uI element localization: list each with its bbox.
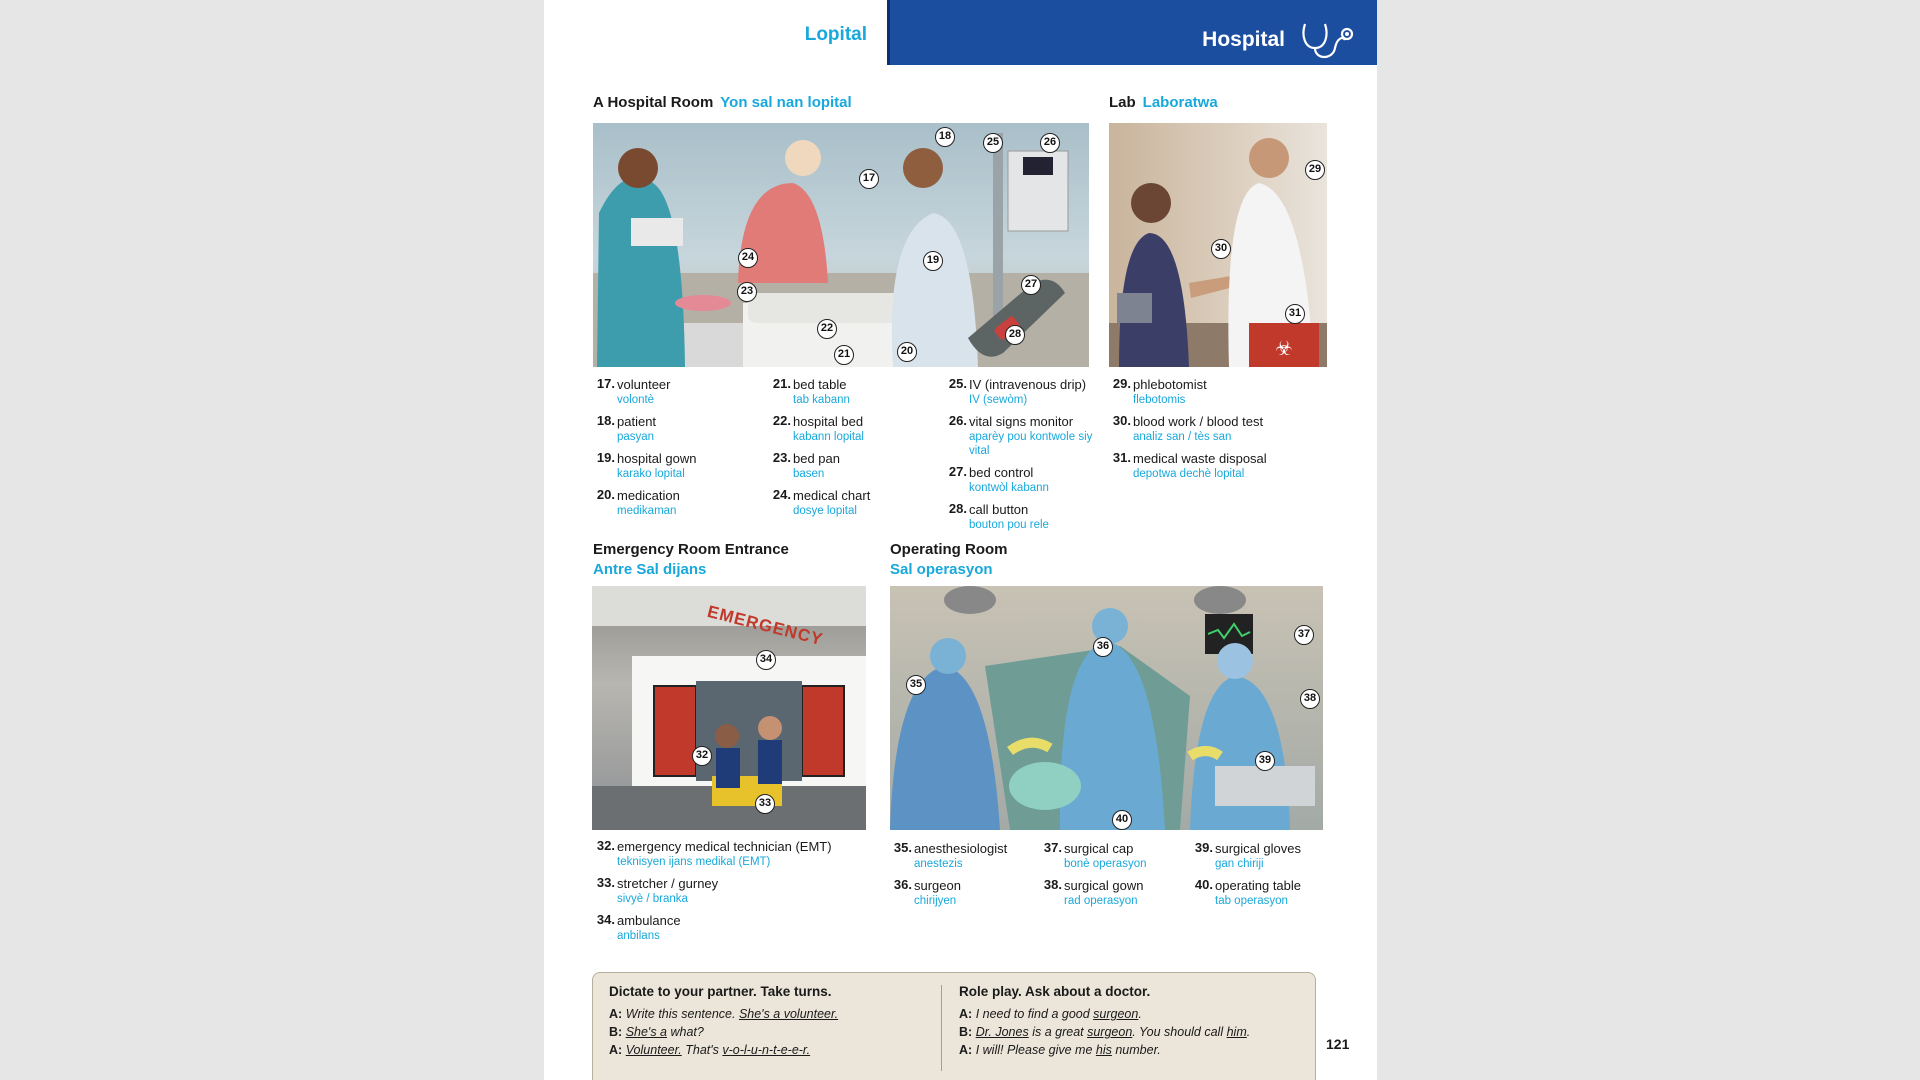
callout-30: 30 (1211, 239, 1231, 259)
callout-25: 25 (983, 133, 1003, 153)
word-item: 28. call button bouton pou rele (948, 501, 1049, 531)
hospital-room-illustration: 18 17 25 26 19 24 23 27 22 28 21 20 (593, 123, 1089, 367)
or-illustration: 36 37 35 38 39 40 (890, 586, 1323, 830)
callout-20: 20 (897, 342, 917, 362)
word-list-or-3: 39. surgical gloves gan chiriji 40. operati… (1191, 840, 1341, 914)
dictate-activity: Dictate to your partner. Take turns. A: … (609, 983, 838, 1059)
box-divider (941, 985, 942, 1071)
callout-22: 22 (817, 319, 837, 339)
callout-29: 29 (1305, 160, 1325, 180)
er-illustration: EMERGENCY 34 32 33 (592, 586, 866, 830)
stethoscope-icon (1302, 23, 1354, 59)
callout-28: 28 (1005, 325, 1025, 345)
callout-24: 24 (738, 248, 758, 268)
word-item: 31. medical waste disposal depotwa dechè l… (1112, 450, 1267, 480)
callout-34: 34 (756, 650, 776, 670)
word-item: 24. medical chart dosye lopital (772, 487, 871, 517)
word-list-er: 32. emergency medical technician (EMT) tek… (593, 838, 863, 949)
callout-37: 37 (1294, 625, 1314, 645)
word-item: 19. hospital gown karako lopital (596, 450, 697, 480)
callout-21: 21 (834, 345, 854, 365)
section-title-or: Operating Room Sal operasyon (890, 541, 1008, 578)
word-item: 40. operating table tab operasyon (1194, 877, 1302, 907)
word-list-or-2: 37. surgical cap bonè operasyon 38. surgica… (1040, 840, 1185, 914)
word-item: 23. bed pan basen (772, 450, 840, 480)
word-item: 21. bed table tab kabann (772, 376, 850, 406)
roleplay-activity: Role play. Ask about a doctor. A: I need… (959, 983, 1250, 1059)
callout-23: 23 (737, 282, 757, 302)
callout-27: 27 (1021, 275, 1041, 295)
word-item: 22. hospital bed kabann lopital (772, 413, 864, 443)
word-item: 37. surgical cap bonè operasyon (1043, 840, 1147, 870)
word-item: 39. surgical gloves gan chiriji (1194, 840, 1301, 870)
roleplay-line-3: A: I will! Please give me his number. (959, 1043, 1161, 1057)
callout-18: 18 (935, 127, 955, 147)
lab-illustration: ☣ 29 30 31 (1109, 123, 1327, 367)
header-left: Lopital (544, 0, 887, 65)
word-item: 30. blood work / blood test analiz san / t… (1112, 413, 1264, 443)
word-item: 26. vital signs monitor aparèy pou kontwol… (948, 413, 1093, 457)
word-item: 25. IV (intravenous drip) IV (sewòm) (948, 376, 1087, 406)
dictate-line-1: A: Write this sentence. She's a voluntee… (609, 1007, 839, 1021)
callout-33: 33 (755, 794, 775, 814)
word-item: 33. stretcher / gurney sivyè / branka (596, 875, 719, 905)
word-list-room-1: 17. volunteer volontè 18. patient pasyan 19.… (593, 376, 765, 524)
word-list-lab: 29. phlebotomist flebotomis 30. blood work … (1109, 376, 1324, 487)
header-right: Hospital (887, 0, 1377, 65)
header-left-title: Lopital (804, 24, 867, 45)
section-title-lab: Lab Laboratwa (1109, 94, 1218, 111)
roleplay-title: Role play. Ask about a doctor. (959, 984, 1151, 999)
word-item: 35. anesthesiologist anestezis (893, 840, 1008, 870)
callout-40: 40 (1112, 810, 1132, 830)
activity-box: Dictate to your partner. Take turns. A: … (592, 972, 1316, 1080)
callout-17: 17 (859, 169, 879, 189)
callout-36: 36 (1093, 637, 1113, 657)
word-item: 38. surgical gown rad operasyon (1043, 877, 1144, 907)
roleplay-line-1: A: I need to find a good surgeon. (959, 1007, 1142, 1021)
callout-38: 38 (1300, 689, 1320, 709)
section-title-hospital-room: A Hospital Room Yon sal nan lopital (593, 94, 852, 111)
dictate-title: Dictate to your partner. Take turns. (609, 984, 832, 999)
callout-31: 31 (1285, 304, 1305, 324)
callout-19: 19 (923, 251, 943, 271)
dictate-line-2: B: She's a what? (609, 1025, 704, 1039)
word-list-room-2: 21. bed table tab kabann 22. hospital bed ka… (769, 376, 941, 524)
callout-32: 32 (692, 746, 712, 766)
word-item: 17. volunteer volontè (596, 376, 671, 406)
word-item: 32. emergency medical technician (EMT) tek… (596, 838, 832, 868)
section-title-er: Emergency Room Entrance Antre Sal dijans (593, 541, 789, 578)
dictate-line-3: A: Volunteer. That's v-o-l-u-n-t-e-e-r. (609, 1043, 811, 1057)
dictionary-page: Lopital Hospital A Hospital Room Yon sal … (544, 0, 1377, 1080)
roleplay-line-2: B: Dr. Jones is a great surgeon. You sho… (959, 1025, 1251, 1039)
callout-39: 39 (1255, 751, 1275, 771)
word-list-room-3: 25. IV (intravenous drip) IV (sewòm) 26. vi… (945, 376, 1105, 538)
word-item: 29. phlebotomist flebotomis (1112, 376, 1207, 406)
word-item: 27. bed control kontwòl kabann (948, 464, 1049, 494)
svg-text:☣: ☣ (1275, 336, 1293, 360)
page-number: 121 (1326, 1036, 1350, 1052)
word-item: 36. surgeon chirijyen (893, 877, 961, 907)
word-item: 18. patient pasyan (596, 413, 657, 443)
header-right-title: Hospital (1202, 28, 1285, 51)
word-item: 34. ambulance anbilans (596, 912, 681, 942)
callout-26: 26 (1040, 133, 1060, 153)
word-item: 20. medication medikaman (596, 487, 680, 517)
callout-35: 35 (906, 675, 926, 695)
word-list-or-1: 35. anesthesiologist anestezis 36. surgeon c… (890, 840, 1035, 914)
